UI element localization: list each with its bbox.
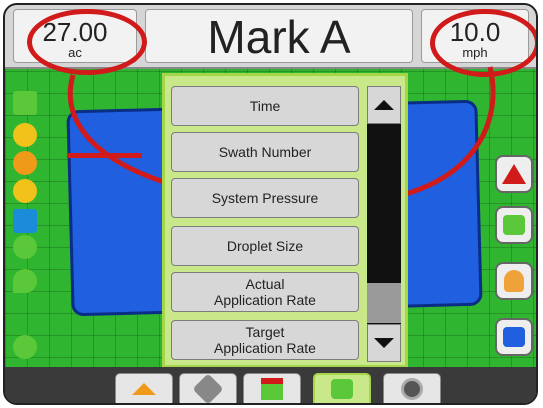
menu-item-label: Droplet Size (226, 238, 304, 254)
menu-item-label: Actual (245, 276, 285, 292)
menu-item-system-pressure[interactable]: System Pressure (171, 178, 359, 218)
boom-icon[interactable] (13, 209, 37, 233)
bucket-button[interactable] (495, 206, 533, 244)
menu-item-label: Application Rate (214, 292, 316, 308)
scroll-up-button[interactable] (367, 86, 401, 124)
home-icon (132, 383, 156, 395)
square-marker-button[interactable] (495, 318, 533, 356)
marker-icon (331, 379, 353, 399)
menu-item-label: Target (245, 324, 285, 340)
marker-button[interactable] (495, 155, 533, 193)
menu-item-swath-number[interactable]: Swath Number (171, 132, 359, 172)
link-icon[interactable] (13, 335, 37, 359)
title-box: Mark A (145, 9, 413, 63)
home-button[interactable] (115, 373, 173, 403)
guidance-view-button[interactable] (243, 373, 301, 403)
tools-button[interactable] (179, 373, 237, 403)
scrollbar[interactable] (367, 86, 401, 362)
menu-item-label: Application Rate (214, 340, 316, 356)
menu-item-label: Time (249, 98, 281, 114)
triangle-marker-icon (502, 164, 526, 184)
scroll-down-button[interactable] (367, 324, 401, 362)
menu-item-target-application-rate[interactable]: Target Application Rate (171, 320, 359, 360)
camera-button[interactable] (383, 373, 441, 403)
guideline (67, 153, 142, 158)
camera-icon (401, 378, 423, 400)
boom-sections-icon[interactable] (13, 91, 37, 115)
square-marker-icon (503, 327, 525, 347)
menu-item-time[interactable]: Time (171, 86, 359, 126)
menu-item-droplet-size[interactable]: Droplet Size (171, 226, 359, 266)
menu-item-label: Swath Number (218, 144, 312, 160)
menu-item-actual-application-rate[interactable]: Actual Application Rate (171, 272, 359, 312)
hand-icon (504, 270, 524, 292)
screen-frame: 27.00 ac Mark A 10.0 mph Time Swath Numb… (3, 3, 538, 405)
marker-view-button[interactable] (313, 373, 371, 403)
highlight-ring-right (430, 9, 536, 77)
bottom-navigation (5, 367, 536, 403)
arrow-down-icon (374, 338, 394, 348)
nozzle-icon[interactable] (13, 179, 37, 203)
tools-icon (192, 373, 224, 403)
product-icon[interactable] (13, 151, 37, 175)
menu-item-label: System Pressure (211, 190, 319, 206)
swath-icon[interactable] (13, 123, 37, 147)
left-toolbar (11, 85, 41, 365)
droplet-icon[interactable] (13, 269, 37, 293)
highlight-ring-left (27, 9, 147, 75)
arrow-up-icon (374, 100, 394, 110)
page-title: Mark A (207, 11, 351, 63)
cone-icon[interactable] (13, 235, 37, 259)
dropdown-menu: Time Swath Number System Pressure Drople… (162, 73, 408, 368)
bucket-icon (503, 215, 525, 235)
scrollbar-thumb[interactable] (367, 283, 401, 323)
hand-button[interactable] (495, 262, 533, 300)
guidance-view-icon (261, 378, 283, 400)
